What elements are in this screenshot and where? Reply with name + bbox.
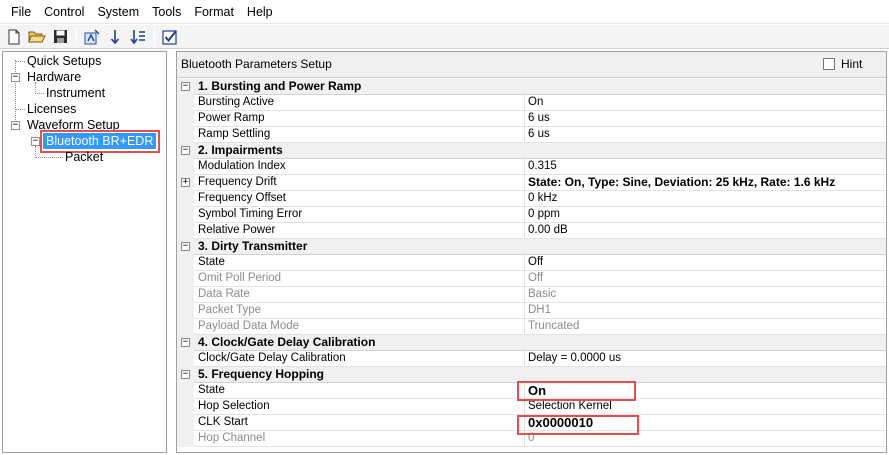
property-row[interactable]: State Off [177, 255, 886, 271]
property-name: State [198, 384, 225, 396]
panel-header: Bluetooth Parameters Setup Hint [177, 52, 886, 78]
collapse-icon[interactable]: − [181, 338, 190, 347]
section-header[interactable]: − 2. Impairments [177, 143, 886, 159]
menu-system[interactable]: System [92, 0, 144, 24]
save-icon[interactable] [50, 27, 70, 47]
property-value[interactable]: Off [528, 255, 543, 270]
property-value[interactable]: 0 kHz [528, 191, 557, 206]
property-name: Packet Type [198, 304, 262, 316]
tree-connector [15, 109, 25, 110]
property-name: Symbol Timing Error [198, 208, 303, 220]
hint-checkbox[interactable] [823, 58, 835, 70]
tree-item-hardware[interactable]: Hardware [27, 69, 81, 85]
toolbar-separator [154, 27, 155, 46]
menu-tools[interactable]: Tools [147, 0, 186, 24]
collapse-icon[interactable]: − [11, 73, 20, 82]
property-row[interactable]: Clock/Gate Delay Calibration Delay = 0.0… [177, 351, 886, 367]
collapse-icon[interactable]: − [181, 370, 190, 379]
property-value[interactable]: On [528, 95, 543, 110]
property-row: Omit Poll Period Off [177, 271, 886, 287]
property-value[interactable]: 0 ppm [528, 207, 560, 222]
property-value[interactable]: Selection Kernel [528, 399, 612, 414]
property-name: Bursting Active [198, 96, 275, 108]
annotation-highlight-box [517, 415, 639, 435]
sort-list-icon[interactable] [128, 27, 148, 47]
tree-item-licenses[interactable]: Licenses [27, 101, 76, 117]
property-row[interactable]: Ramp Settling 6 us [177, 127, 886, 143]
property-row[interactable]: Hop Selection Selection Kernel [177, 399, 886, 415]
property-name: Modulation Index [198, 160, 286, 172]
menu-help[interactable]: Help [242, 0, 278, 24]
property-value[interactable]: State: On, Type: Sine, Deviation: 25 kHz… [528, 175, 835, 190]
hint-label: Hint [841, 57, 863, 71]
sort-down-icon[interactable] [105, 27, 125, 47]
property-name: Clock/Gate Delay Calibration [198, 352, 346, 364]
menu-bar: File Control System Tools Format Help [0, 0, 889, 24]
property-value[interactable]: 0.00 dB [528, 223, 568, 238]
collapse-icon[interactable]: − [11, 121, 20, 130]
collapse-icon[interactable]: − [181, 242, 190, 251]
checklist-icon[interactable] [160, 27, 180, 47]
property-value: DH1 [528, 304, 552, 316]
property-row[interactable]: Modulation Index 0.315 [177, 159, 886, 175]
tree-item-packet[interactable]: Packet [65, 149, 103, 165]
property-value: Basic [528, 288, 557, 300]
tree-item-instrument[interactable]: Instrument [46, 85, 105, 101]
property-name: Ramp Settling [198, 128, 271, 140]
property-name: Frequency Drift [198, 176, 277, 188]
property-row: Payload Data Mode Truncated [177, 319, 886, 335]
property-value[interactable]: Delay = 0.0000 us [528, 351, 621, 366]
property-row: Data Rate Basic [177, 287, 886, 303]
property-row[interactable]: Power Ramp 6 us [177, 111, 886, 127]
open-folder-icon[interactable] [27, 27, 47, 47]
property-row[interactable]: Relative Power 0.00 dB [177, 223, 886, 239]
property-name: CLK Start [198, 416, 248, 428]
property-value: Off [528, 272, 544, 284]
menu-file[interactable]: File [6, 0, 36, 24]
property-name: Hop Channel [198, 432, 266, 444]
annotation-highlight-box [517, 381, 636, 401]
property-name: Data Rate [198, 288, 250, 300]
tree-item-quick-setups[interactable]: Quick Setups [27, 53, 101, 69]
property-name: Omit Poll Period [198, 272, 282, 284]
collapse-icon[interactable]: − [181, 146, 190, 155]
toolbar-separator [76, 27, 77, 46]
navigation-tree: Quick Setups − Hardware Instrument Licen… [2, 51, 167, 453]
property-name: Power Ramp [198, 112, 265, 124]
new-file-icon[interactable] [4, 27, 24, 47]
tree-connector [35, 157, 63, 158]
section-header[interactable]: − 1. Bursting and Power Ramp [177, 79, 886, 95]
menu-format[interactable]: Format [189, 0, 239, 24]
property-row: Packet Type DH1 [177, 303, 886, 319]
tree-connector [15, 61, 25, 62]
property-value[interactable]: 6 us [528, 111, 550, 126]
property-value[interactable]: 0.315 [528, 159, 557, 174]
section-header[interactable]: − 4. Clock/Gate Delay Calibration [177, 335, 886, 351]
collapse-icon[interactable]: − [181, 82, 190, 91]
menu-control[interactable]: Control [39, 0, 89, 24]
property-value[interactable]: 6 us [528, 127, 550, 142]
section-header[interactable]: − 3. Dirty Transmitter [177, 239, 886, 255]
collapse-icon[interactable]: − [31, 137, 40, 146]
toolbar [0, 25, 889, 49]
tree-connector [35, 93, 44, 94]
expand-icon[interactable]: + [181, 178, 190, 187]
property-row[interactable]: Frequency Offset 0 kHz [177, 191, 886, 207]
property-value: Truncated [528, 320, 580, 332]
property-row[interactable]: + Frequency Drift State: On, Type: Sine,… [177, 175, 886, 191]
property-row[interactable]: Bursting Active On [177, 95, 886, 111]
property-name: State [198, 256, 225, 268]
property-name: Payload Data Mode [198, 320, 300, 332]
parameters-panel: Bluetooth Parameters Setup Hint − 1. Bur… [176, 51, 887, 453]
property-row[interactable]: Symbol Timing Error 0 ppm [177, 207, 886, 223]
tree-connector [15, 60, 16, 126]
wizard-icon[interactable] [82, 27, 102, 47]
panel-title: Bluetooth Parameters Setup [181, 57, 332, 71]
property-name: Frequency Offset [198, 192, 286, 204]
property-name: Relative Power [198, 224, 276, 236]
property-name: Hop Selection [198, 400, 270, 412]
